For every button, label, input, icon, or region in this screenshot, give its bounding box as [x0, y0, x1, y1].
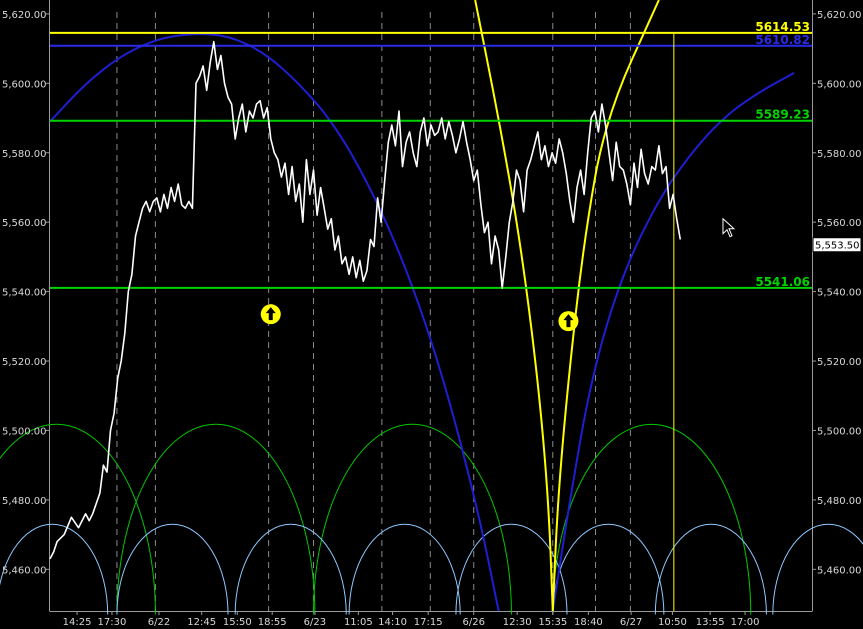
x-tick-label: 12:45	[187, 617, 216, 628]
y-tick-label-left: 5,560.00	[2, 218, 47, 229]
x-tick-label: 6/27	[620, 617, 642, 628]
x-tick-label: 18:55	[258, 617, 287, 628]
x-tick-label: 18:40	[574, 617, 603, 628]
x-tick-label: 17:00	[731, 617, 760, 628]
y-tick-label-right: 5,460.00	[817, 565, 862, 576]
x-tick-label: 17:15	[414, 617, 443, 628]
y-tick-label-right: 5,600.00	[817, 79, 862, 90]
y-tick-label-left: 5,520.00	[2, 357, 47, 368]
x-tick-label: 6/22	[148, 617, 170, 628]
y-tick-label-left: 5,600.00	[2, 79, 47, 90]
y-tick-label-left: 5,540.00	[2, 288, 47, 299]
level-label: 5610.82	[755, 33, 810, 47]
y-tick-label-right: 5,540.00	[817, 288, 862, 299]
x-tick-label: 6/23	[304, 617, 326, 628]
last-price-box: 5,553.50	[812, 237, 862, 253]
y-tick-label-left: 5,460.00	[2, 565, 47, 576]
x-tick-label: 10:50	[658, 617, 687, 628]
level-label: 5541.06	[755, 275, 810, 289]
y-tick-label-left: 5,500.00	[2, 426, 47, 437]
x-tick-label: 13:55	[696, 617, 725, 628]
y-tick-label-right: 5,520.00	[817, 357, 862, 368]
y-tick-label-right: 5,480.00	[817, 496, 862, 507]
price-chart: 5,620.00 5,600.00 5,580.00 5,560.00 5,540.00…	[0, 0, 863, 629]
y-tick-label-left: 5,480.00	[2, 496, 47, 507]
chart-background	[0, 0, 863, 629]
x-tick-label: 15:35	[538, 617, 567, 628]
x-tick-label: 12:30	[503, 617, 532, 628]
y-tick-label-right: 5,560.00	[817, 218, 862, 229]
up-arrow-icon	[260, 304, 281, 325]
level-label: 5589.23	[755, 108, 810, 122]
x-tick-label: 11:05	[344, 617, 373, 628]
y-tick-label-left: 5,580.00	[2, 149, 47, 160]
x-tick-label: 17:30	[98, 617, 127, 628]
y-tick-label-right: 5,580.00	[817, 149, 862, 160]
y-tick-label-right: 5,620.00	[817, 10, 862, 21]
up-arrow-icon	[558, 311, 579, 332]
y-tick-label-right: 5,500.00	[817, 426, 862, 437]
x-tick-label: 14:25	[63, 617, 92, 628]
last-price-label: 5,553.50	[815, 241, 860, 252]
y-tick-label-left: 5,620.00	[2, 10, 47, 21]
x-tick-label: 15:50	[223, 617, 252, 628]
x-tick-label: 6/26	[462, 617, 484, 628]
x-tick-label: 14:10	[378, 617, 407, 628]
